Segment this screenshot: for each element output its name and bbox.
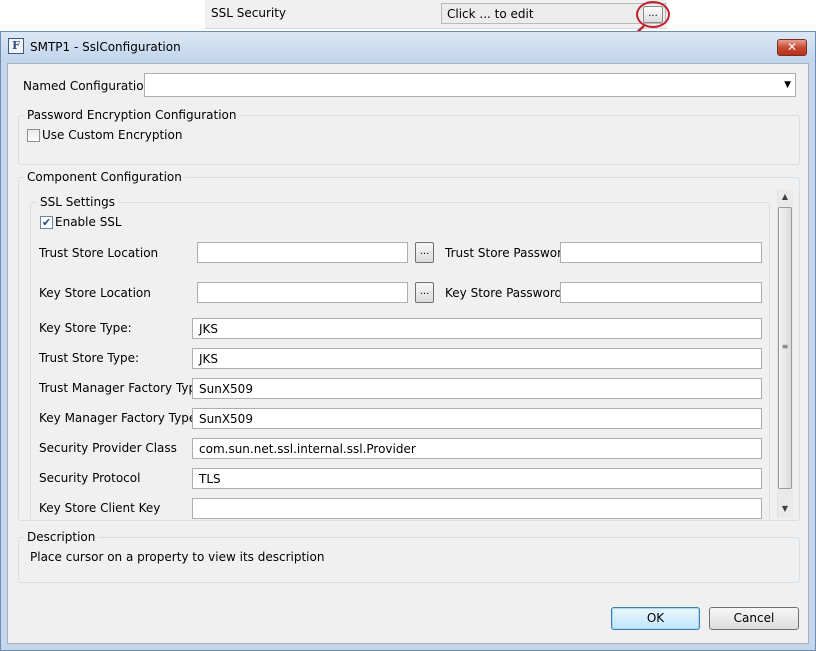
trust-store-password-input[interactable] — [560, 242, 762, 263]
security-provider-class-label: Security Provider Class — [39, 441, 177, 455]
description-title: Description — [24, 530, 99, 544]
security-protocol-input[interactable]: TLS — [192, 468, 762, 489]
password-encryption-title: Password Encryption Configuration — [24, 108, 240, 122]
trust-store-browse-button[interactable]: ... — [415, 242, 434, 263]
ssl-security-value-text: Click ... to edit — [447, 7, 534, 21]
key-store-location-input[interactable] — [197, 282, 408, 303]
named-configuration-label: Named Configuration — [23, 79, 152, 93]
ok-button[interactable]: OK — [611, 607, 700, 630]
key-store-client-key-label: Key Store Client Key — [39, 501, 161, 515]
dialog-title: SMTP1 - SslConfiguration — [30, 40, 181, 54]
trust-store-location-input[interactable] — [197, 242, 408, 263]
trust-manager-factory-type-label: Trust Manager Factory Type — [39, 381, 204, 395]
scrollbar-thumb[interactable]: ≡ — [778, 207, 792, 489]
key-store-client-key-input[interactable] — [192, 498, 762, 519]
key-store-type-label: Key Store Type: — [39, 321, 132, 335]
key-store-type-input[interactable]: JKS — [192, 318, 762, 339]
use-custom-encryption-checkbox[interactable] — [27, 129, 40, 142]
key-store-password-label: Key Store Password — [445, 286, 563, 300]
scroll-up-icon[interactable]: ▲ — [777, 192, 793, 204]
key-store-password-input[interactable] — [560, 282, 762, 303]
close-button[interactable]: ✕ — [777, 39, 807, 56]
use-custom-encryption-label: Use Custom Encryption — [42, 128, 183, 142]
security-provider-class-input[interactable]: com.sun.net.ssl.internal.ssl.Provider — [192, 438, 762, 459]
component-configuration-title: Component Configuration — [24, 170, 185, 184]
close-icon: ✕ — [786, 40, 798, 54]
trust-store-location-label: Trust Store Location — [39, 246, 159, 260]
trust-store-password-label: Trust Store Password — [445, 246, 570, 260]
chevron-down-icon[interactable]: ▼ — [784, 80, 791, 90]
trust-store-type-label: Trust Store Type: — [39, 351, 140, 365]
cancel-button[interactable]: Cancel — [709, 607, 799, 630]
named-configuration-combo[interactable]: ▼ — [144, 73, 796, 97]
check-icon: ✔ — [41, 216, 52, 229]
key-manager-factory-type-label: Key Manager Factory Type — [39, 411, 197, 425]
security-protocol-label: Security Protocol — [39, 471, 141, 485]
trust-manager-factory-type-input[interactable]: SunX509 — [192, 378, 762, 399]
enable-ssl-label: Enable SSL — [55, 215, 122, 229]
key-store-browse-button[interactable]: ... — [415, 282, 434, 303]
enable-ssl-checkbox[interactable]: ✔ — [40, 216, 53, 229]
key-manager-factory-type-input[interactable]: SunX509 — [192, 408, 762, 429]
ssl-security-value[interactable]: Click ... to edit — [441, 3, 666, 24]
app-icon: F — [8, 38, 24, 54]
trust-store-type-input[interactable]: JKS — [192, 348, 762, 369]
description-text: Place cursor on a property to view its d… — [30, 550, 325, 564]
scroll-down-icon[interactable]: ▼ — [777, 504, 793, 516]
key-store-location-label: Key Store Location — [39, 286, 151, 300]
ssl-settings-title: SSL Settings — [37, 195, 118, 209]
grip-icon: ≡ — [781, 342, 789, 351]
ssl-security-label: SSL Security — [211, 6, 287, 20]
